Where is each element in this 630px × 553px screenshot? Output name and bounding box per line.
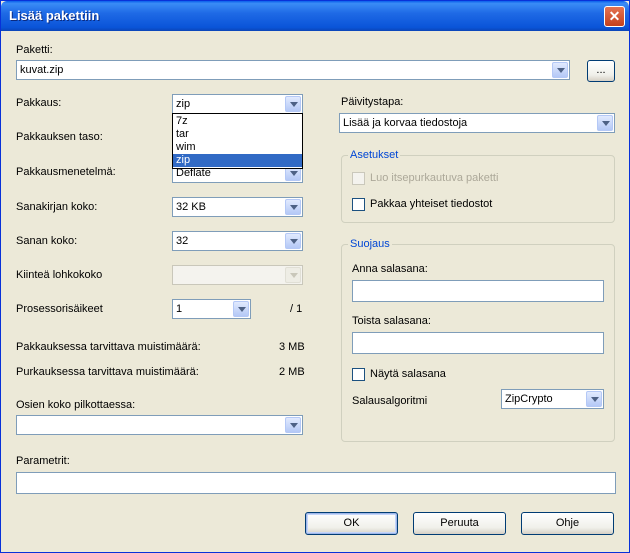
chevron-down-icon[interactable]: [285, 199, 301, 215]
format-option-7z[interactable]: 7z: [173, 115, 302, 128]
encryption-value: ZipCrypto: [505, 393, 553, 405]
encryption-combo[interactable]: ZipCrypto: [501, 389, 604, 409]
solid-combo: [172, 265, 303, 285]
params-label: Parametrit:: [16, 455, 70, 467]
mem-decompress-label: Purkauksessa tarvittava muistimäärä:: [16, 366, 199, 378]
chevron-down-icon[interactable]: [285, 417, 301, 433]
format-label: Pakkaus:: [16, 97, 62, 109]
threads-label: Prosessorisäikeet: [16, 303, 103, 315]
help-button[interactable]: Ohje: [521, 512, 614, 535]
show-password-checkbox[interactable]: [352, 368, 365, 381]
browse-button[interactable]: ...: [587, 60, 615, 82]
update-label: Päivitystapa:: [341, 96, 404, 108]
chevron-down-icon[interactable]: [586, 391, 602, 407]
settings-group: Asetukset Luo itsepurkautuva paketti Pak…: [341, 149, 615, 223]
chevron-down-icon[interactable]: [597, 115, 613, 131]
chevron-down-icon[interactable]: [552, 62, 568, 78]
title-bar: Lisää pakettiin ✕: [1, 1, 629, 31]
solid-label: Kiinteä lohkokoko: [16, 269, 103, 281]
threads-value: 1: [176, 303, 183, 315]
mem-compress-value: 3 MB: [279, 341, 305, 353]
dict-label: Sanakirjan koko:: [16, 201, 98, 213]
update-mode-combo[interactable]: Lisää ja korvaa tiedostoja: [339, 113, 615, 133]
cancel-button[interactable]: Peruuta: [413, 512, 506, 535]
ok-button[interactable]: OK: [305, 512, 398, 535]
shared-files-checkbox[interactable]: [352, 198, 365, 211]
chevron-down-icon: [285, 267, 301, 283]
archive-path-combo[interactable]: kuvat.zip: [16, 60, 570, 80]
format-option-zip[interactable]: zip: [173, 154, 302, 167]
sfx-label: Luo itsepurkautuva paketti: [370, 172, 499, 184]
split-label: Osien koko pilkottaessa:: [16, 399, 136, 411]
format-dropdown-list[interactable]: 7z tar wim zip: [172, 113, 303, 169]
sfx-checkbox: [352, 172, 365, 185]
chevron-down-icon[interactable]: [285, 96, 301, 112]
shared-files-label: Pakkaa yhteiset tiedostot: [370, 198, 493, 210]
repeat-password-label: Toista salasana:: [352, 315, 431, 327]
format-value: zip: [176, 98, 191, 110]
dict-value: 32 KB: [176, 201, 206, 213]
show-password-label: Näytä salasana: [370, 368, 446, 380]
mem-decompress-value: 2 MB: [279, 366, 305, 378]
format-combo[interactable]: zip: [172, 94, 303, 114]
update-mode-value: Lisää ja korvaa tiedostoja: [343, 117, 468, 129]
threads-combo[interactable]: 1: [172, 299, 251, 319]
mem-compress-label: Pakkauksessa tarvittava muistimäärä:: [16, 341, 201, 353]
security-group-title: Suojaus: [348, 238, 392, 250]
level-label: Pakkauksen taso:: [16, 131, 103, 143]
word-combo[interactable]: 32: [172, 231, 303, 251]
chevron-down-icon[interactable]: [285, 233, 301, 249]
params-input[interactable]: [16, 472, 616, 494]
split-combo[interactable]: [16, 415, 303, 435]
add-to-archive-dialog: Lisää pakettiin ✕ Paketti: kuvat.zip ...…: [0, 0, 630, 553]
repeat-password-input[interactable]: [352, 332, 604, 354]
word-value: 32: [176, 235, 189, 247]
format-option-wim[interactable]: wim: [173, 141, 302, 154]
chevron-down-icon[interactable]: [233, 301, 249, 317]
threads-max: / 1: [290, 303, 303, 315]
security-group: Suojaus Anna salasana: Toista salasana: …: [341, 238, 615, 442]
archive-label: Paketti:: [16, 44, 53, 56]
archive-path-value: kuvat.zip: [20, 64, 64, 76]
password-input[interactable]: [352, 280, 604, 302]
window-title: Lisää pakettiin: [9, 8, 100, 23]
dict-combo[interactable]: 32 KB: [172, 197, 303, 217]
enter-password-label: Anna salasana:: [352, 263, 428, 275]
close-icon[interactable]: ✕: [604, 6, 625, 27]
settings-group-title: Asetukset: [348, 149, 401, 161]
format-option-tar[interactable]: tar: [173, 128, 302, 141]
word-label: Sanan koko:: [16, 235, 78, 247]
method-label: Pakkausmenetelmä:: [16, 166, 116, 178]
encryption-label: Salausalgoritmi: [352, 395, 428, 407]
